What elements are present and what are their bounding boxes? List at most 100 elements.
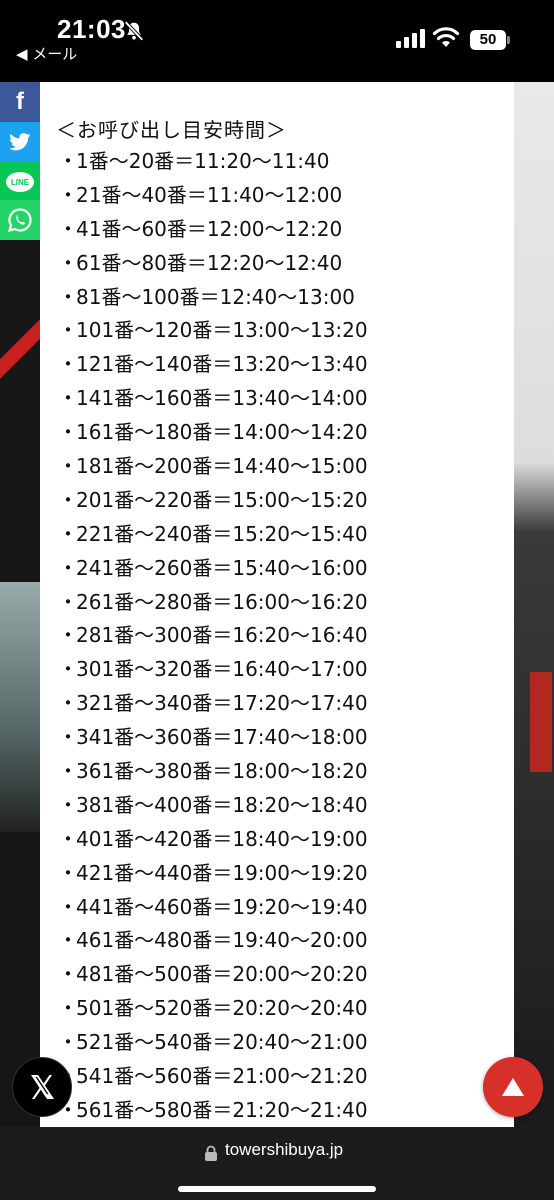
bullet: ・ [58, 589, 78, 614]
bullet: ・ [58, 555, 78, 580]
schedule-item: ・121番～140番＝13:20～13:40 [58, 348, 368, 382]
bullet: ・ [58, 1030, 78, 1055]
schedule-item: ・21番～40番＝11:40～12:00 [58, 179, 368, 213]
bell-slash-icon [124, 21, 144, 41]
schedule-item: ・1番～20番＝11:20～11:40 [58, 145, 368, 179]
schedule-item-text: 301番～320番＝16:40～17:00 [76, 657, 368, 682]
schedule-item: ・221番～240番＝15:20～15:40 [58, 518, 368, 552]
schedule-item: ・41番～60番＝12:00～12:20 [58, 213, 368, 247]
schedule-item-text: 121番～140番＝13:20～13:40 [76, 352, 368, 377]
twitter-share-button[interactable] [0, 122, 40, 162]
bullet: ・ [58, 691, 78, 716]
schedule-item: ・381番～400番＝18:20～18:40 [58, 789, 368, 823]
content-card: ＜お呼び出し目安時間＞ ・1番～20番＝11:20～11:40 ・21番～40番＝… [40, 82, 514, 1127]
bullet: ・ [58, 928, 78, 953]
schedule-item-text: 41番～60番＝12:00～12:20 [76, 216, 343, 241]
schedule-item: ・201番～220番＝15:00～15:20 [58, 484, 368, 518]
bullet: ・ [58, 759, 78, 784]
cellular-signal-icon [396, 28, 425, 48]
line-share-button[interactable]: LINE [0, 162, 40, 202]
schedule-item: ・341番～360番＝17:40～18:00 [58, 721, 368, 755]
bullet: ・ [58, 521, 78, 546]
bullet: ・ [58, 826, 78, 851]
schedule-item-text: 261番～280番＝16:00～16:20 [76, 589, 368, 614]
schedule-item-text: 421番～440番＝19:00～19:20 [76, 860, 368, 885]
bullet: ・ [58, 996, 78, 1021]
bullet: ・ [58, 216, 78, 241]
schedule-item: ・301番～320番＝16:40～17:00 [58, 653, 368, 687]
schedule-item-text: 241番～260番＝15:40～16:00 [76, 555, 368, 580]
schedule-item: ・281番～300番＝16:20～16:40 [58, 619, 368, 653]
schedule-item-text: 361番～380番＝18:00～18:20 [76, 759, 368, 784]
bullet: ・ [58, 182, 78, 207]
schedule-item: ・461番～480番＝19:40～20:00 [58, 924, 368, 958]
schedule-list: ・1番～20番＝11:20～11:40 ・21番～40番＝11:40～12:00 ・… [58, 145, 368, 1127]
schedule-item: ・401番～420番＝18:40～19:00 [58, 823, 368, 857]
schedule-item-text: 461番～480番＝19:40～20:00 [76, 928, 368, 953]
bullet: ・ [58, 860, 78, 885]
schedule-item: ・561番～580番＝21:20～21:40 [58, 1094, 368, 1127]
x-logo-icon [31, 1075, 54, 1099]
schedule-item-text: 321番～340番＝17:20～17:40 [76, 691, 368, 716]
battery-icon: 50 [470, 30, 510, 50]
bullet: ・ [58, 792, 78, 817]
schedule-item: ・481番～500番＝20:00～20:20 [58, 958, 368, 992]
url-text: towershibuya.jp [225, 1140, 344, 1159]
line-icon: LINE [6, 172, 34, 192]
home-indicator[interactable] [178, 1186, 376, 1192]
schedule-item: ・421番～440番＝19:00～19:20 [58, 857, 368, 891]
schedule-item: ・161番～180番＝14:00～14:20 [58, 416, 368, 450]
bullet: ・ [58, 894, 78, 919]
schedule-item-text: 61番～80番＝12:20～12:40 [76, 250, 343, 275]
bullet: ・ [58, 725, 78, 750]
schedule-item: ・141番～160番＝13:40～14:00 [58, 382, 368, 416]
bullet: ・ [58, 149, 78, 173]
lock-icon [205, 1145, 217, 1161]
schedule-heading: ＜お呼び出し目安時間＞ [56, 118, 287, 142]
status-time: 21:03 [57, 14, 126, 44]
schedule-item-text: 281番～300番＝16:20～16:40 [76, 623, 368, 648]
bullet: ・ [58, 962, 78, 987]
bullet: ・ [58, 386, 78, 411]
schedule-item: ・261番～280番＝16:00～16:20 [58, 586, 368, 620]
schedule-item-text: 521番～540番＝20:40～21:00 [76, 1030, 368, 1055]
schedule-item: ・521番～540番＝20:40～21:00 [58, 1026, 368, 1060]
schedule-item-text: 501番～520番＝20:20～20:40 [76, 996, 368, 1021]
bullet: ・ [58, 284, 78, 309]
background-right-photo [514, 82, 554, 1127]
schedule-item: ・441番～460番＝19:20～19:40 [58, 891, 368, 925]
x-share-button[interactable] [12, 1057, 72, 1117]
schedule-item: ・541番～560番＝21:00～21:20 [58, 1060, 368, 1094]
schedule-item-text: 481番～500番＝20:00～20:20 [76, 962, 368, 987]
schedule-item-text: 181番～200番＝14:40～15:00 [76, 454, 368, 479]
whatsapp-share-button[interactable] [0, 200, 40, 240]
schedule-item-text: 541番～560番＝21:00～21:20 [76, 1064, 368, 1089]
bullet: ・ [58, 352, 78, 377]
twitter-bird-icon [9, 133, 31, 151]
back-to-mail-link[interactable]: ◀ メール [16, 43, 77, 64]
facebook-icon: f [16, 88, 24, 115]
schedule-item: ・81番～100番＝12:40～13:00 [58, 281, 368, 315]
schedule-item-text: 341番～360番＝17:40～18:00 [76, 725, 368, 750]
schedule-item-text: 1番～20番＝11:20～11:40 [76, 149, 330, 173]
bullet: ・ [58, 318, 78, 343]
schedule-item: ・361番～380番＝18:00～18:20 [58, 755, 368, 789]
bullet: ・ [58, 657, 78, 682]
schedule-item: ・61番～80番＝12:20～12:40 [58, 247, 368, 281]
bullet: ・ [58, 420, 78, 445]
schedule-item-text: 161番～180番＝14:00～14:20 [76, 420, 368, 445]
schedule-item: ・101番～120番＝13:00～13:20 [58, 314, 368, 348]
bullet: ・ [58, 454, 78, 479]
schedule-item: ・241番～260番＝15:40～16:00 [58, 552, 368, 586]
schedule-item-text: 221番～240番＝15:20～15:40 [76, 521, 368, 546]
page-top-button[interactable] [483, 1057, 543, 1117]
whatsapp-icon [7, 208, 32, 233]
bullet: ・ [58, 487, 78, 512]
schedule-item-text: 201番～220番＝15:00～15:20 [76, 487, 368, 512]
facebook-share-button[interactable]: f [0, 82, 40, 122]
schedule-item-text: 441番～460番＝19:20～19:40 [76, 894, 368, 919]
triangle-up-icon [502, 1078, 524, 1096]
schedule-item: ・181番～200番＝14:40～15:00 [58, 450, 368, 484]
schedule-item-text: 21番～40番＝11:40～12:00 [76, 182, 343, 207]
schedule-item-text: 381番～400番＝18:20～18:40 [76, 792, 368, 817]
